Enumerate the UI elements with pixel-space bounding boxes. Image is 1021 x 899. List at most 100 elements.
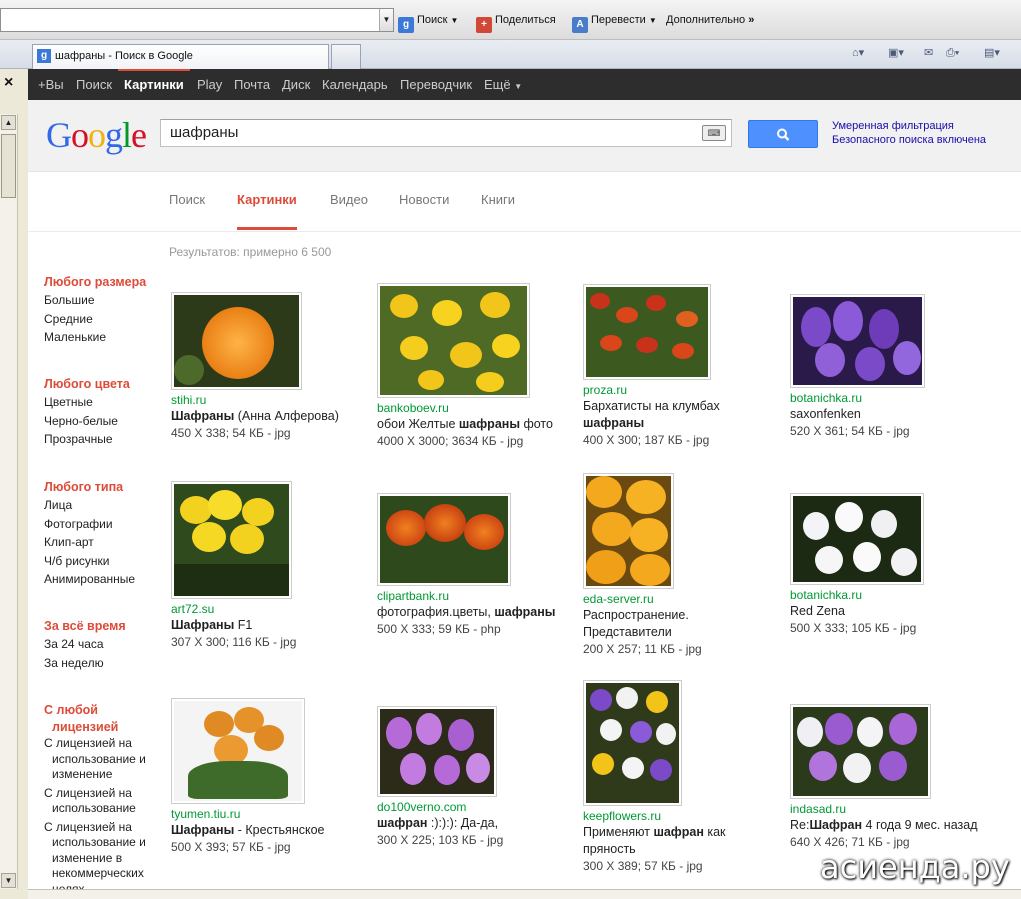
mail-icon[interactable]: ✉: [924, 46, 942, 60]
result-thumbnail[interactable]: [583, 473, 674, 589]
gbar-item-images[interactable]: Картинки: [118, 69, 190, 100]
gbar-item-plus[interactable]: +Вы: [38, 69, 64, 100]
filter-title[interactable]: С любой лицензией: [44, 702, 144, 736]
result-thumbnail[interactable]: [377, 706, 497, 797]
scroll-up-icon[interactable]: ▲: [1, 115, 16, 130]
scroll-down-icon[interactable]: ▼: [1, 873, 16, 888]
image-result[interactable]: stihi.ru Шафраны (Анна Алферова) 450 X 3…: [171, 292, 366, 442]
new-tab-button[interactable]: [331, 44, 361, 69]
image-result[interactable]: proza.ru Бархатисты на клумбах шафраны 4…: [583, 284, 778, 449]
tab-video[interactable]: Видео: [330, 192, 368, 230]
result-domain[interactable]: botanichka.ru: [790, 587, 985, 603]
search-button[interactable]: [748, 120, 818, 148]
filter-item[interactable]: Анимированные: [44, 570, 162, 589]
filter-item[interactable]: Ч/б рисунки: [44, 552, 162, 571]
gbar-item-play[interactable]: Play: [197, 69, 222, 100]
result-domain[interactable]: clipartbank.ru: [377, 588, 572, 604]
result-domain[interactable]: botanichka.ru: [790, 390, 985, 406]
safesearch-notice[interactable]: Умеренная фильтрация Безопасного поиска …: [832, 119, 1012, 147]
toolbar-search-button[interactable]: g Поиск ▼: [398, 10, 458, 33]
filter-item[interactable]: Большие: [44, 291, 162, 310]
image-result[interactable]: botanichka.ru Red Zena 500 X 333; 105 КБ…: [790, 493, 985, 637]
gbar-item-mail[interactable]: Почта: [234, 69, 270, 100]
gbar-item-more[interactable]: Ещё ▼: [484, 69, 522, 100]
image-result[interactable]: eda-server.ru Распространение. Представи…: [583, 473, 778, 658]
result-thumbnail[interactable]: [790, 493, 924, 585]
result-thumbnail[interactable]: [171, 698, 305, 804]
vertical-scrollbar[interactable]: ▲ ▼: [0, 114, 18, 889]
browser-tab[interactable]: g шафраны - Поиск в Google: [32, 44, 329, 69]
result-title-rest: 4 года 9 мес. назад: [862, 818, 978, 832]
image-result[interactable]: bankoboev.ru обои Желтые шафраны фото 40…: [377, 283, 572, 450]
image-result[interactable]: botanichka.ru saxonfenken 520 X 361; 54 …: [790, 294, 985, 440]
tab-news[interactable]: Новости: [399, 192, 449, 230]
address-dropdown-icon[interactable]: ▼: [379, 9, 393, 31]
image-result[interactable]: clipartbank.ru фотография.цветы, шафраны…: [377, 493, 572, 638]
filter-title[interactable]: Любого цвета: [44, 376, 162, 393]
result-thumbnail[interactable]: [171, 481, 292, 599]
feeds-icon[interactable]: ▣▾: [888, 46, 906, 60]
scroll-thumb[interactable]: [1, 134, 16, 198]
filter-title[interactable]: За всё время: [44, 618, 162, 635]
result-thumbnail[interactable]: [583, 680, 682, 806]
filter-item[interactable]: Фотографии: [44, 515, 162, 534]
tab-images[interactable]: Картинки: [237, 192, 297, 230]
filter-item[interactable]: Маленькие: [44, 328, 162, 347]
address-bar[interactable]: ▼: [0, 8, 394, 32]
result-domain[interactable]: proza.ru: [583, 382, 778, 398]
results-count: Результатов: примерно 6 500: [169, 245, 332, 259]
tab-books[interactable]: Книги: [481, 192, 515, 230]
result-domain[interactable]: bankoboev.ru: [377, 400, 572, 416]
print-icon[interactable]: ⎙▾: [946, 46, 964, 60]
google-logo[interactable]: Google: [46, 114, 147, 156]
filter-item[interactable]: Лица: [44, 496, 162, 515]
result-domain[interactable]: keepflowers.ru: [583, 808, 778, 824]
filter-item[interactable]: Черно-белые: [44, 412, 162, 431]
home-icon[interactable]: ⌂▾: [852, 46, 870, 60]
filter-item[interactable]: За 24 часа: [44, 635, 162, 654]
filter-item[interactable]: Цветные: [44, 393, 162, 412]
filter-item[interactable]: Прозрачные: [44, 430, 162, 449]
result-domain[interactable]: eda-server.ru: [583, 591, 778, 607]
gbar-item-translate[interactable]: Переводчик: [400, 69, 472, 100]
result-title: фотография.цветы, шафраны: [377, 604, 572, 621]
image-result[interactable]: keepflowers.ru Применяют шафран как прян…: [583, 680, 778, 875]
toolbar-translate-button[interactable]: A Перевести ▼: [572, 10, 657, 33]
image-result[interactable]: art72.su Шафраны F1 307 X 300; 116 КБ - …: [171, 481, 366, 651]
toolbar-more-button[interactable]: Дополнительно »: [666, 10, 754, 30]
close-icon[interactable]: ×: [4, 74, 13, 92]
search-query: шафраны: [170, 124, 239, 141]
gbar-item-calendar[interactable]: Календарь: [322, 69, 388, 100]
page-icon[interactable]: ▤▾: [984, 46, 1002, 60]
filter-item[interactable]: За неделю: [44, 654, 162, 673]
filter-item[interactable]: Клип-арт: [44, 533, 162, 552]
result-thumbnail[interactable]: [377, 493, 511, 586]
result-thumbnail[interactable]: [583, 284, 711, 380]
image-result[interactable]: tyumen.tiu.ru Шафраны - Крестьянское 500…: [171, 698, 366, 856]
result-domain[interactable]: indasad.ru: [790, 801, 1005, 817]
filter-item[interactable]: С лицензией на использование и изменение: [44, 736, 162, 783]
result-thumbnail[interactable]: [171, 292, 302, 390]
toolbar-share-button[interactable]: + Поделиться: [476, 10, 556, 33]
image-result[interactable]: do100verno.com шафран :):):): Да-да, 300…: [377, 706, 572, 849]
result-domain[interactable]: art72.su: [171, 601, 366, 617]
filter-title[interactable]: Любого размера: [44, 274, 162, 291]
image-result[interactable]: indasad.ru Re:Шафран 4 года 9 мес. назад…: [790, 704, 1005, 851]
result-thumbnail[interactable]: [790, 294, 925, 388]
filter-item[interactable]: С лицензией на использование и изменение…: [44, 820, 162, 890]
result-thumbnail[interactable]: [377, 283, 530, 398]
result-domain[interactable]: stihi.ru: [171, 392, 366, 408]
tab-search[interactable]: Поиск: [169, 192, 205, 230]
search-input[interactable]: шафраны ⌨: [160, 119, 732, 147]
gbar-item-drive[interactable]: Диск: [282, 69, 310, 100]
filter-item[interactable]: С лицензией на использование: [44, 786, 162, 817]
gbar-item-search[interactable]: Поиск: [76, 69, 112, 100]
result-domain[interactable]: tyumen.tiu.ru: [171, 806, 366, 822]
filter-item[interactable]: Средние: [44, 310, 162, 329]
filter-license: С любой лицензией С лицензией на использ…: [44, 702, 162, 889]
keyboard-icon[interactable]: ⌨: [702, 125, 726, 141]
horizontal-scrollbar[interactable]: [28, 889, 1021, 899]
result-domain[interactable]: do100verno.com: [377, 799, 572, 815]
result-thumbnail[interactable]: [790, 704, 931, 799]
filter-title[interactable]: Любого типа: [44, 479, 162, 496]
